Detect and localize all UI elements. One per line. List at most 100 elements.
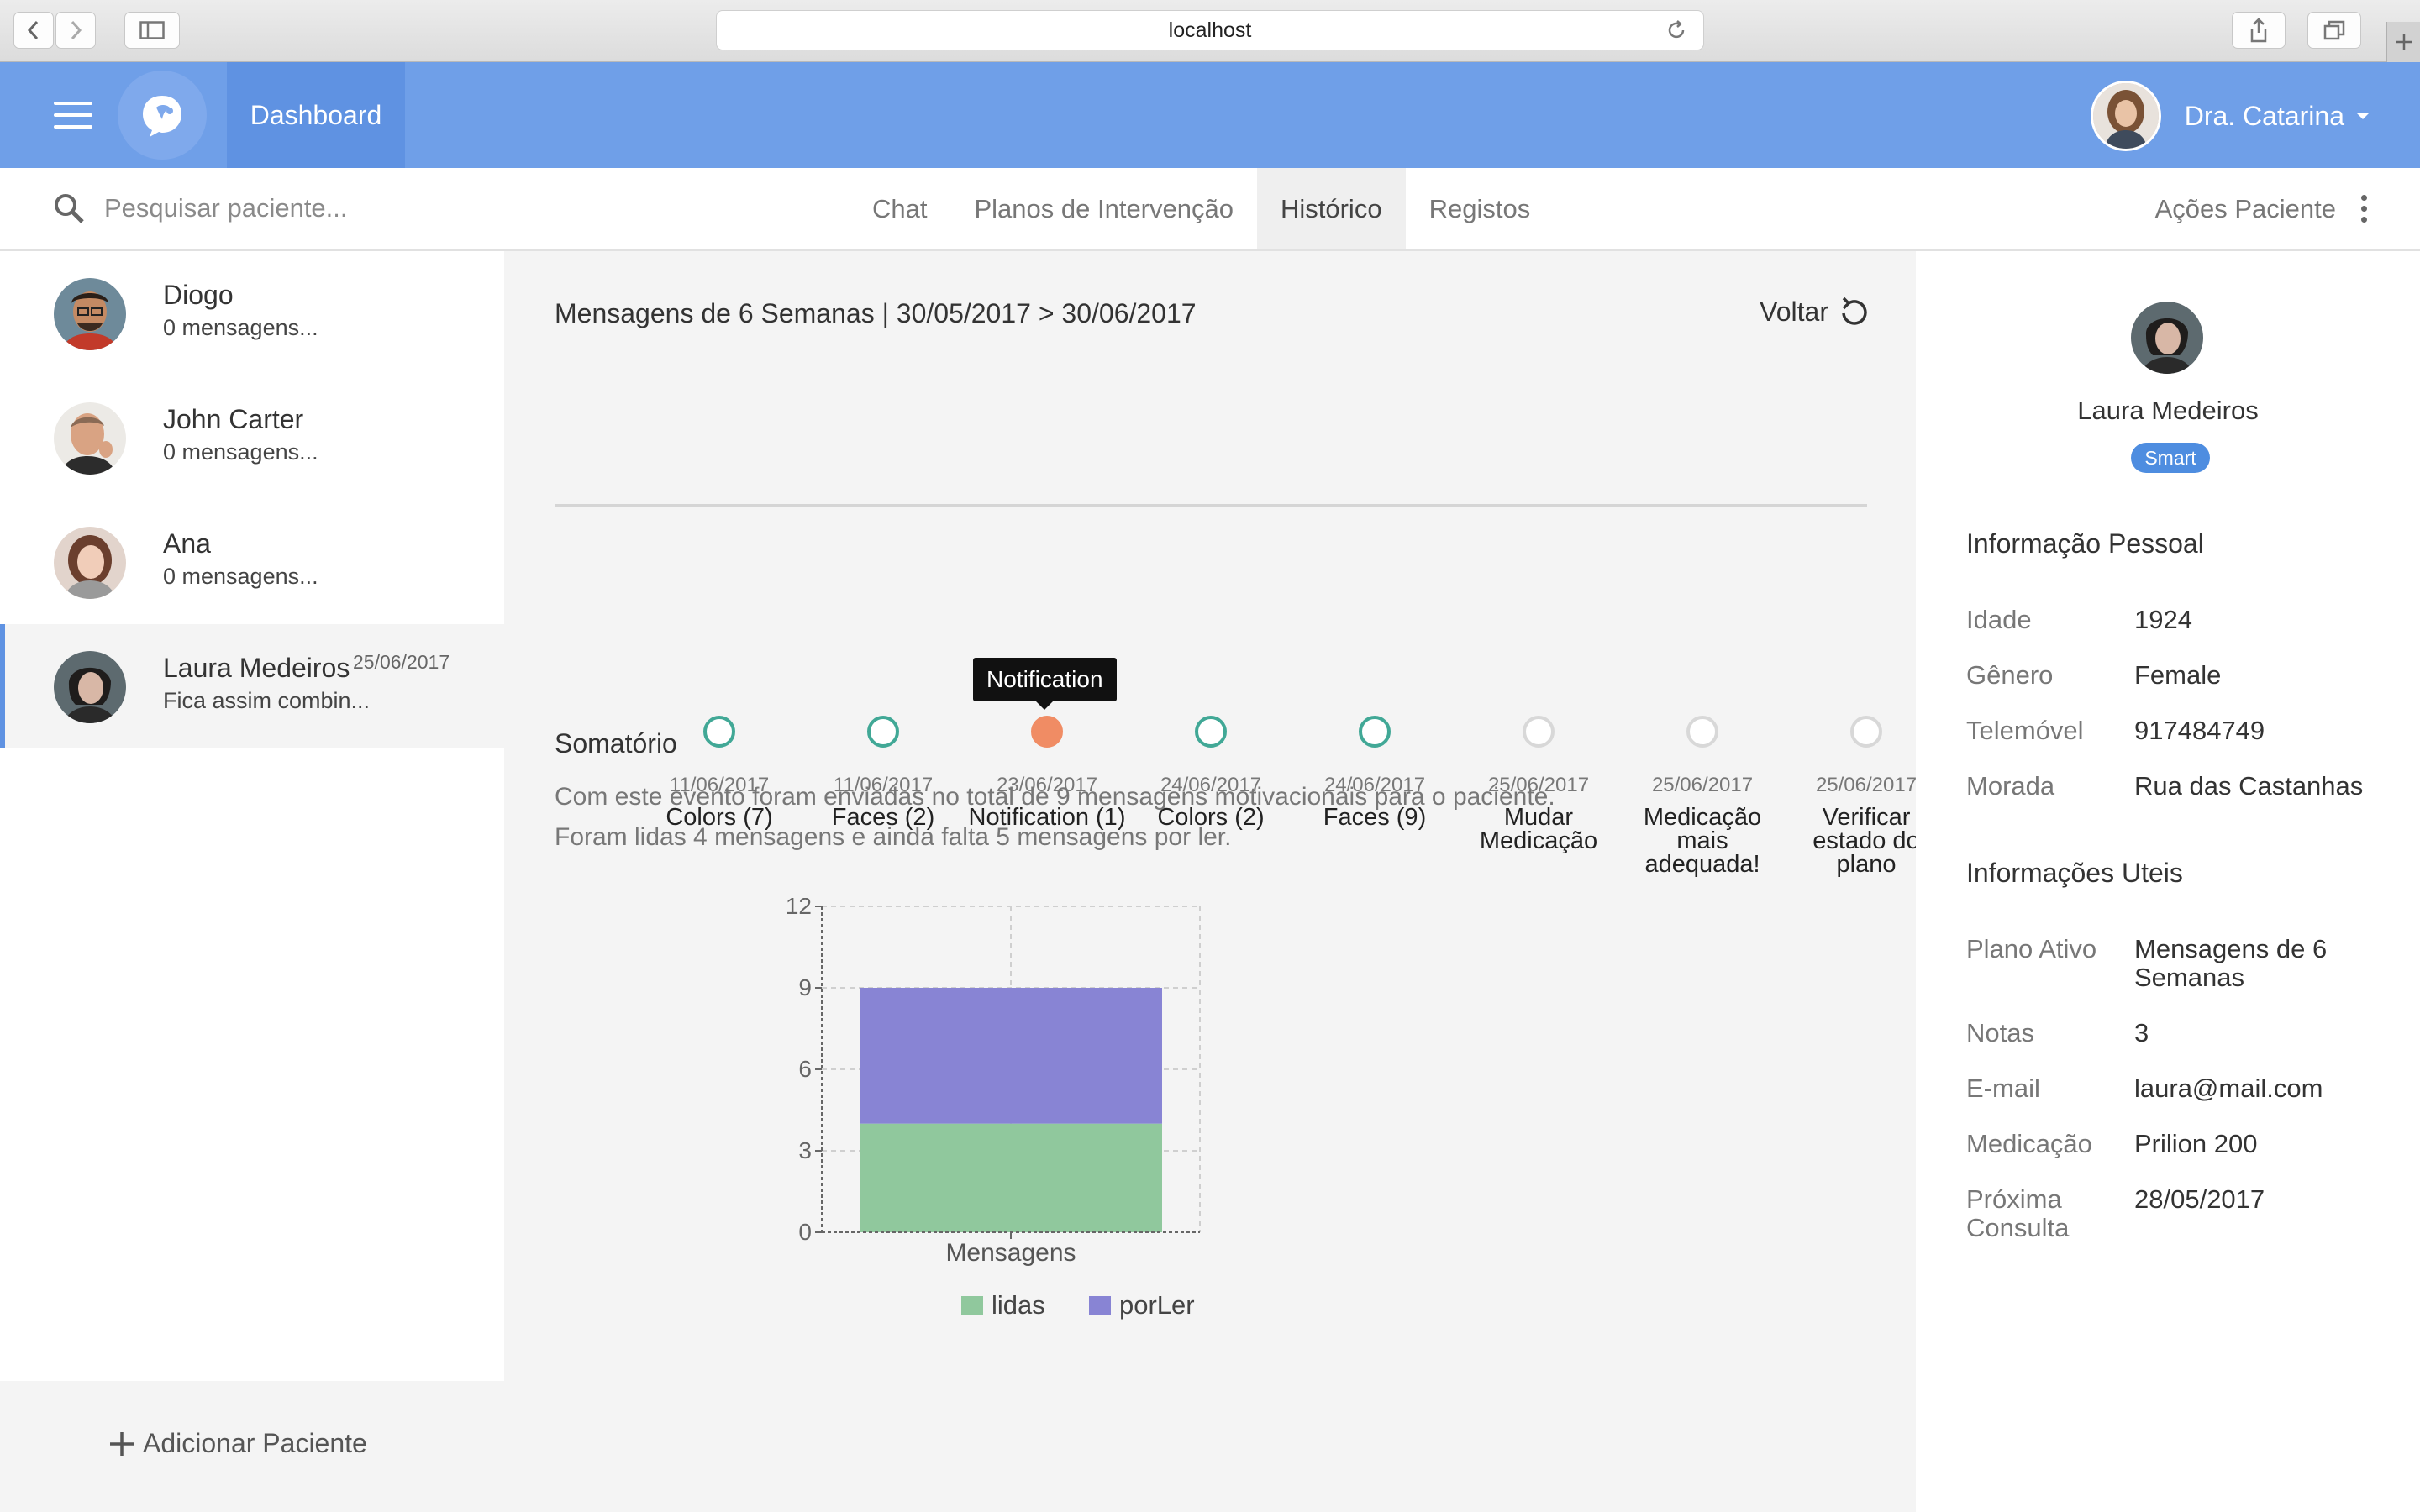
info-key: Telemóvel: [1966, 716, 2084, 745]
profile-avatar: [2131, 302, 2203, 374]
back-button[interactable]: [13, 12, 54, 49]
patient-name: Laura Medeiros: [163, 653, 350, 683]
address-bar[interactable]: localhost: [716, 10, 1704, 50]
new-tab-button[interactable]: [2386, 22, 2420, 62]
messages-stacked-bar-chart: 0 3 6 9 12 Mensagens lidas porLer: [786, 898, 1201, 1320]
timeline-dot: [1031, 716, 1063, 748]
tab-historico[interactable]: Histórico: [1256, 168, 1406, 249]
timeline-tooltip: Notification: [973, 658, 1117, 710]
timeline-dot: [1523, 716, 1555, 748]
tab-chat[interactable]: Chat: [849, 168, 950, 249]
logo-icon: [143, 96, 182, 137]
reload-icon[interactable]: [1665, 18, 1688, 48]
user-name: Dra. Catarina: [2184, 100, 2344, 131]
search-input[interactable]: Pesquisar paciente...: [104, 193, 348, 223]
info-key: Medicação: [1966, 1129, 2092, 1158]
x-tick-label: Mensagens: [945, 1239, 1076, 1267]
history-panel: Mensagens de 6 Semanas | 30/05/2017 > 30…: [504, 251, 1920, 1512]
info-value: Mensagens de 6 Semanas: [2134, 934, 2328, 992]
patient-actions-menu[interactable]: Ações Paciente: [2155, 168, 2368, 249]
plus-icon: [2396, 34, 2412, 50]
dashboard-tab[interactable]: Dashboard: [227, 62, 405, 168]
y-tick-label: 6: [798, 1056, 812, 1082]
timeline-label: Medicação mais adequada!: [1643, 804, 1762, 878]
tab-planos-intervencao[interactable]: Planos de Intervenção: [950, 168, 1257, 249]
info-value[interactable]: laura@mail.com: [2134, 1074, 2403, 1103]
legend-swatch-lidas: [961, 1296, 983, 1315]
sub-navigation: Pesquisar paciente... Chat Planos de Int…: [0, 168, 2420, 251]
y-tick-label: 0: [798, 1219, 812, 1245]
tabs-icon: [2323, 20, 2345, 40]
add-patient-button[interactable]: Adicionar Paciente: [108, 1428, 367, 1459]
y-tick-label: 12: [786, 898, 812, 919]
y-tick-label: 3: [798, 1137, 812, 1163]
plus-icon: [110, 1431, 134, 1456]
browser-toolbar: localhost: [0, 0, 2420, 62]
patient-tabs: Chat Planos de Intervenção Histórico Reg…: [849, 168, 1554, 249]
patient-item[interactable]: John Carter 0 mensagens...: [0, 375, 504, 500]
chevron-right-icon: [71, 20, 82, 40]
patient-last-message: 0 mensagens...: [163, 564, 318, 589]
timeline-dot: [1686, 716, 1718, 748]
patient-item-selected[interactable]: Laura Medeiros 25/06/2017 Fica assim com…: [0, 624, 504, 748]
app-header: Dashboard Dra. Catarina: [0, 62, 2420, 168]
patient-name: Ana: [163, 528, 211, 559]
timeline-dot: [703, 716, 735, 748]
info-value: Prilion 200: [2134, 1129, 2258, 1158]
info-key: Idade: [1966, 605, 2032, 634]
info-value: Rua das Castanhas: [2134, 771, 2364, 801]
patient-search[interactable]: Pesquisar paciente...: [52, 192, 348, 225]
profile-name: Laura Medeiros: [2077, 396, 2259, 425]
tabs-button[interactable]: [2307, 12, 2361, 49]
y-tick-label: 9: [798, 974, 812, 1000]
patient-last-message: Fica assim combin...: [163, 688, 371, 713]
patient-list: Diogo 0 mensagens... John Carter 0 mensa…: [0, 251, 504, 1381]
sidebar-toggle-button[interactable]: [124, 12, 180, 49]
personal-info-title: Informação Pessoal: [1966, 528, 2204, 559]
url-text: localhost: [1168, 18, 1252, 42]
patient-last-message: 0 mensagens...: [163, 439, 318, 465]
forward-button[interactable]: [55, 12, 96, 49]
patient-avatar: [54, 402, 126, 475]
patient-name: John Carter: [163, 404, 304, 434]
timeline-label: Verificar estado do plano: [1812, 804, 1920, 878]
summary-title: Somatório: [555, 728, 677, 759]
caret-down-icon: [2356, 113, 2370, 119]
info-value: 917484749: [2134, 716, 2265, 745]
timeline-line: [555, 504, 1867, 507]
patient-last-date: 25/06/2017: [353, 651, 450, 673]
patient-avatar: [54, 651, 126, 723]
hamburger-menu-icon[interactable]: [50, 98, 94, 132]
patient-item[interactable]: Diogo 0 mensagens...: [0, 251, 504, 375]
patient-profile-panel: Laura Medeiros Smart Informação Pessoal …: [1916, 251, 2420, 1512]
info-value: Female: [2134, 660, 2222, 690]
useful-info-title: Informações Uteis: [1966, 858, 2183, 888]
tab-registos[interactable]: Registos: [1406, 168, 1555, 249]
more-vertical-icon[interactable]: [2361, 195, 2368, 223]
user-avatar: [2090, 81, 2161, 151]
search-icon: [55, 194, 84, 223]
timeline-date: 25/06/2017: [1651, 774, 1754, 796]
legend-label-lidas: lidas: [992, 1290, 1045, 1320]
bar-lidas: [860, 1123, 1162, 1232]
info-key: Notas: [1966, 1018, 2034, 1047]
legend-swatch-porLer: [1089, 1296, 1111, 1315]
chevron-left-icon: [27, 20, 39, 40]
timeline-dot: [1195, 716, 1227, 748]
share-icon: [2250, 18, 2267, 43]
share-button[interactable]: [2232, 12, 2286, 49]
info-key: Morada: [1966, 771, 2055, 801]
info-key: E-mail: [1966, 1074, 2040, 1103]
timeline-dot: [1359, 716, 1391, 748]
info-value: 3: [2134, 1018, 2149, 1047]
user-menu[interactable]: Dra. Catarina: [2090, 81, 2370, 151]
info-key: Plano Ativo: [1966, 934, 2097, 963]
profile-badge: Smart: [2131, 443, 2210, 473]
info-key: Próxima Consulta: [1966, 1184, 2070, 1242]
summary-text: Com este evento foram enviadas no total …: [555, 777, 1555, 858]
legend-label-porLer: porLer: [1119, 1290, 1195, 1320]
patient-avatar: [54, 527, 126, 599]
app-logo[interactable]: [118, 71, 207, 160]
patient-item[interactable]: Ana 0 mensagens...: [0, 500, 504, 624]
patient-name: Diogo: [163, 280, 234, 310]
